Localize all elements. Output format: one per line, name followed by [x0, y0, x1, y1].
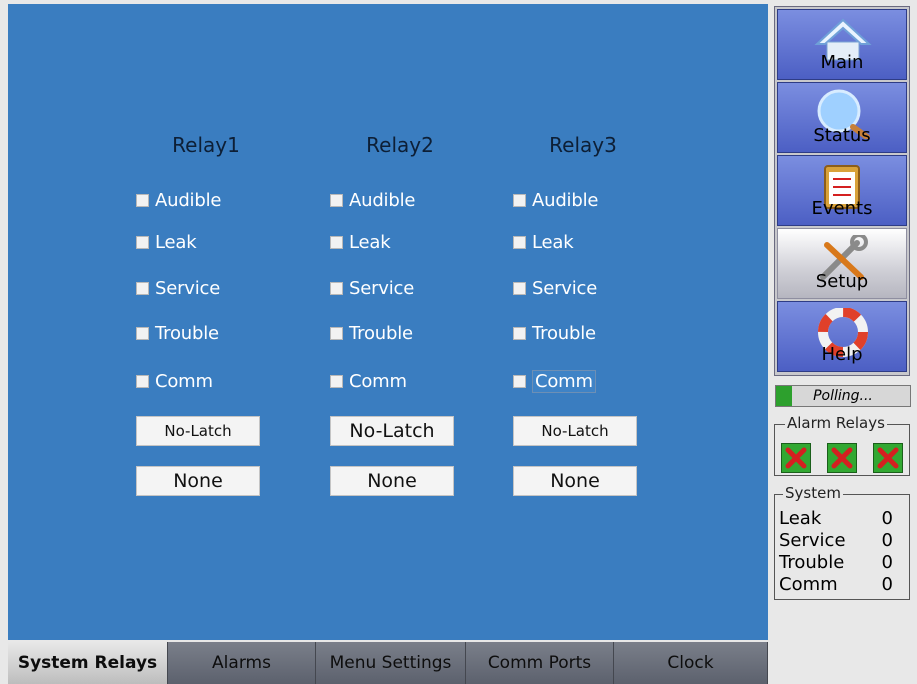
system-row-value: 0 [881, 530, 893, 551]
sidebar-item-label: Events [811, 198, 873, 219]
relay-title: Relay2 [366, 133, 434, 157]
checkbox-audible[interactable]: Audible [513, 188, 598, 212]
checkbox-box[interactable] [330, 235, 343, 249]
system-row-label: Comm [779, 574, 838, 595]
latch-button[interactable]: No-Latch [136, 416, 260, 446]
checkbox-label: Comm [349, 370, 407, 392]
checkbox-comm[interactable]: Comm [136, 369, 213, 393]
sidebar-item-label: Status [813, 125, 871, 146]
alarm-relays-group: Alarm Relays [774, 414, 910, 476]
polling-indicator: Polling... [775, 385, 911, 407]
x-icon [831, 447, 853, 469]
checkbox-leak[interactable]: Leak [136, 230, 197, 254]
x-icon [785, 447, 807, 469]
checkbox-label: Leak [532, 231, 574, 253]
checkbox-box[interactable] [330, 326, 343, 340]
sidebar-item-setup[interactable]: Setup [777, 228, 907, 299]
alarm-relay-3-indicator [873, 443, 903, 473]
sidebar-item-label: Help [821, 344, 863, 365]
mode-button[interactable]: None [330, 466, 454, 496]
system-row-comm: Comm 0 [779, 575, 893, 595]
checkbox-comm[interactable]: Comm [330, 369, 407, 393]
checkbox-trouble[interactable]: Trouble [330, 321, 413, 345]
checkbox-trouble[interactable]: Trouble [136, 321, 219, 345]
checkbox-leak[interactable]: Leak [330, 230, 391, 254]
checkbox-box[interactable] [136, 326, 149, 340]
tab-comm-ports[interactable]: Comm Ports [466, 642, 614, 684]
bottom-tab-bar: System Relays Alarms Menu Settings Comm … [8, 642, 768, 684]
checkbox-label: Trouble [155, 322, 219, 344]
checkbox-box[interactable] [513, 281, 526, 295]
checkbox-box[interactable] [513, 326, 526, 340]
checkbox-audible[interactable]: Audible [330, 188, 415, 212]
system-row-label: Service [779, 530, 846, 551]
checkbox-service[interactable]: Service [513, 276, 597, 300]
system-row-label: Trouble [779, 552, 845, 573]
checkbox-comm[interactable]: Comm [513, 369, 596, 393]
checkbox-label: Service [155, 277, 221, 299]
checkbox-label: Audible [532, 189, 599, 211]
checkbox-label: Comm [532, 369, 596, 393]
checkbox-box[interactable] [136, 193, 149, 207]
mode-button[interactable]: None [513, 466, 637, 496]
system-row-label: Leak [779, 508, 822, 529]
checkbox-box[interactable] [513, 235, 526, 249]
sidebar-item-label: Setup [815, 271, 869, 292]
checkbox-label: Comm [155, 370, 213, 392]
checkbox-leak[interactable]: Leak [513, 230, 574, 254]
sidebar-item-status[interactable]: Status [777, 82, 907, 153]
system-row-service: Service 0 [779, 531, 893, 551]
tab-system-relays[interactable]: System Relays [8, 642, 168, 684]
checkbox-trouble[interactable]: Trouble [513, 321, 596, 345]
sidebar-nav: Main Status Events Setup Help [774, 6, 910, 376]
system-row-leak: Leak 0 [779, 509, 893, 529]
checkbox-box[interactable] [136, 374, 149, 388]
checkbox-label: Audible [155, 189, 222, 211]
tab-alarms[interactable]: Alarms [168, 642, 316, 684]
checkbox-service[interactable]: Service [136, 276, 220, 300]
system-row-trouble: Trouble 0 [779, 553, 893, 573]
checkbox-label: Trouble [349, 322, 413, 344]
checkbox-service[interactable]: Service [330, 276, 414, 300]
relay-config-panel: Relay1 Audible Leak Service Trouble Comm… [8, 4, 768, 640]
checkbox-label: Trouble [532, 322, 596, 344]
tab-clock[interactable]: Clock [614, 642, 768, 684]
system-row-value: 0 [881, 508, 893, 529]
sidebar-item-events[interactable]: Events [777, 155, 907, 226]
system-status-group: System Leak 0 Service 0 Trouble 0 Comm 0 [774, 484, 910, 600]
relay-title: Relay1 [172, 133, 240, 157]
alarm-relays-legend: Alarm Relays [785, 414, 887, 432]
tab-menu-settings[interactable]: Menu Settings [316, 642, 466, 684]
latch-button[interactable]: No-Latch [330, 416, 454, 446]
mode-button[interactable]: None [136, 466, 260, 496]
checkbox-box[interactable] [330, 374, 343, 388]
checkbox-box[interactable] [330, 281, 343, 295]
checkbox-box[interactable] [513, 193, 526, 207]
checkbox-audible[interactable]: Audible [136, 188, 221, 212]
checkbox-box[interactable] [136, 235, 149, 249]
checkbox-label: Service [349, 277, 415, 299]
system-legend: System [783, 484, 843, 502]
checkbox-box[interactable] [513, 374, 526, 388]
sidebar-item-label: Main [820, 52, 864, 73]
latch-button[interactable]: No-Latch [513, 416, 637, 446]
x-icon [877, 447, 899, 469]
checkbox-label: Audible [349, 189, 416, 211]
system-row-value: 0 [881, 552, 893, 573]
checkbox-box[interactable] [136, 281, 149, 295]
alarm-relay-2-indicator [827, 443, 857, 473]
checkbox-label: Leak [155, 231, 197, 253]
checkbox-label: Leak [349, 231, 391, 253]
alarm-relay-1-indicator [781, 443, 811, 473]
checkbox-box[interactable] [330, 193, 343, 207]
sidebar-item-help[interactable]: Help [777, 301, 907, 372]
relay-title: Relay3 [549, 133, 617, 157]
sidebar-item-main[interactable]: Main [777, 9, 907, 80]
system-row-value: 0 [881, 574, 893, 595]
checkbox-label: Service [532, 277, 598, 299]
